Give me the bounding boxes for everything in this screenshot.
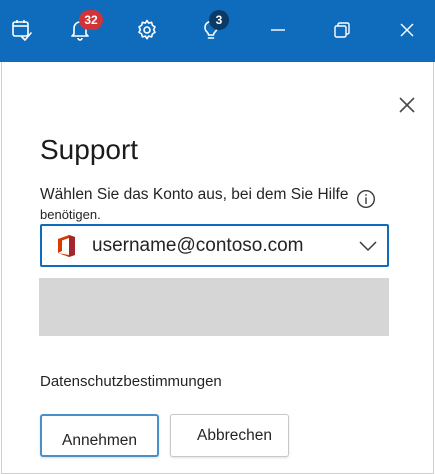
- page-title: Support: [40, 134, 139, 165]
- tips-button[interactable]: 3: [189, 8, 233, 52]
- restore-button[interactable]: [320, 8, 364, 52]
- close-icon: [397, 20, 417, 40]
- accept-button[interactable]: Annehmen: [40, 414, 159, 457]
- info-icon: [356, 189, 376, 214]
- info-button[interactable]: [355, 189, 377, 214]
- content-placeholder: [39, 278, 389, 336]
- selected-account: username@contoso.com: [92, 234, 304, 256]
- gear-icon: [135, 18, 159, 42]
- privacy-statement-link[interactable]: Datenschutzbestimmungen: [40, 373, 222, 390]
- window-close-button[interactable]: [385, 8, 429, 52]
- close-icon: [397, 95, 417, 120]
- calendar-check-icon: [10, 18, 34, 42]
- minimize-icon: [268, 20, 288, 40]
- restore-icon: [332, 20, 352, 40]
- settings-button[interactable]: [125, 8, 169, 52]
- title-bar: 32 3: [0, 0, 435, 62]
- calendar-check-button[interactable]: [0, 8, 44, 52]
- account-prompt-continued: benötigen.: [40, 207, 101, 222]
- notification-count-badge: 32: [79, 10, 103, 30]
- chevron-down-icon: [357, 236, 379, 256]
- close-pane-button[interactable]: [390, 90, 424, 124]
- support-pane: Support Wählen Sie das Konto aus, bei de…: [1, 62, 434, 474]
- minimize-button[interactable]: [256, 8, 300, 52]
- notifications-button[interactable]: 32: [58, 8, 103, 52]
- account-prompt: Wählen Sie das Konto aus, bei dem Sie Hi…: [40, 186, 349, 203]
- account-dropdown[interactable]: username@contoso.com: [40, 224, 389, 267]
- cancel-button[interactable]: Abbrechen: [170, 414, 289, 457]
- office-icon: [54, 234, 78, 258]
- tips-count-badge: 3: [209, 10, 229, 30]
